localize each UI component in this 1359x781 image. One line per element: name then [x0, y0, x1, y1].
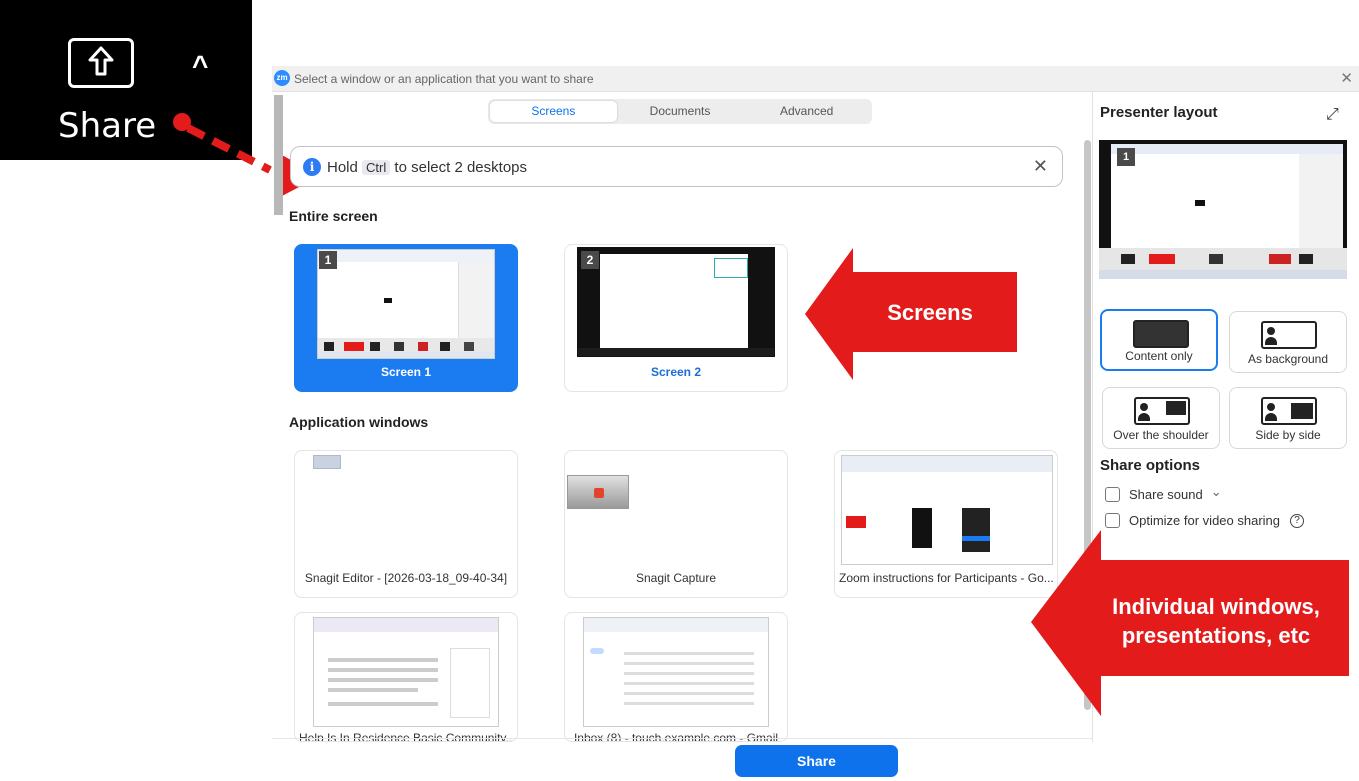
screen-1-card[interactable]: 1 Screen 1	[294, 244, 518, 392]
tab-screens[interactable]: Screens	[490, 101, 617, 122]
window-label: Zoom instructions for Participants - Go.…	[839, 571, 1054, 585]
screen-2-label: Screen 2	[650, 365, 702, 379]
screen-2-thumbnail	[577, 247, 775, 357]
window-card-snagit-editor[interactable]: Snagit Editor - [2026-03-18_09-40-34]	[294, 450, 518, 598]
window-card-snagit-capture[interactable]: Snagit Capture	[564, 450, 788, 598]
hint-text: Hold Ctrl to select 2 desktops	[327, 159, 527, 176]
screen-number-badge: 1	[319, 251, 337, 269]
application-windows-heading: Application windows	[289, 414, 429, 430]
windows-callout-text: Individual windows, presentations, etc	[1112, 594, 1320, 648]
zoom-instructions-thumbnail	[841, 455, 1053, 565]
info-icon: i	[303, 158, 321, 176]
share-screen-icon[interactable]	[68, 38, 134, 88]
hint-prefix: Hold	[327, 159, 358, 176]
dismiss-hint-icon[interactable]: ✕	[1033, 156, 1048, 177]
window-card-gmail-inbox[interactable]: Inbox (8) - touch.example.com - Gmail	[564, 612, 788, 742]
window-label: Snagit Editor - [2026-03-18_09-40-34]	[304, 571, 508, 585]
side-by-side-icon	[1261, 397, 1317, 425]
share-sound-option[interactable]: Share sound ⌄	[1105, 484, 1222, 502]
tab-advanced[interactable]: Advanced	[743, 101, 870, 122]
footer-divider	[272, 738, 1092, 739]
layout-label: Over the shoulder	[1113, 428, 1209, 442]
window-card-zoom-instructions[interactable]: Zoom instructions for Participants - Go.…	[834, 450, 1058, 598]
share-sound-checkbox[interactable]	[1105, 487, 1120, 502]
layout-label: As background	[1247, 352, 1329, 366]
share-options-caret-icon[interactable]: ^	[192, 52, 208, 80]
optimize-video-option[interactable]: Optimize for video sharing ?	[1105, 513, 1305, 528]
tab-documents[interactable]: Documents	[617, 101, 744, 122]
doc-thumbnail	[313, 617, 499, 727]
dialog-titlebar: zm Select a window or an application tha…	[272, 66, 1359, 92]
entire-screen-heading: Entire screen	[289, 208, 378, 224]
help-icon[interactable]: ?	[1290, 513, 1305, 528]
layout-over-shoulder-button[interactable]: Over the shoulder	[1102, 387, 1220, 449]
screens-callout-text: Screens	[887, 300, 973, 325]
share-options-title: Share options	[1100, 457, 1201, 474]
screen-2-card[interactable]: 2 Screen 2	[564, 244, 788, 392]
dialog-title: Select a window or an application that y…	[294, 72, 594, 86]
optimize-video-checkbox[interactable]	[1105, 513, 1120, 528]
layout-content-only-button[interactable]: Content only	[1100, 309, 1218, 371]
hint-suffix: to select 2 desktops	[394, 159, 527, 176]
layout-label: Side by side	[1255, 428, 1321, 442]
chevron-down-icon[interactable]: ⌄	[1211, 484, 1222, 500]
ctrl-key: Ctrl	[362, 160, 391, 175]
window-label: Inbox (8) - touch.example.com - Gmail	[573, 731, 779, 742]
screen-1-thumbnail	[317, 249, 495, 359]
layout-side-by-side-button[interactable]: Side by side	[1229, 387, 1347, 449]
preview-screen-badge: 1	[1117, 148, 1135, 166]
share-toolbar-label: Share	[58, 106, 157, 146]
snagit-capture-thumbnail	[567, 475, 629, 509]
window-label: Snagit Capture	[635, 571, 717, 585]
gmail-thumbnail	[583, 617, 769, 727]
as-background-icon	[1261, 321, 1317, 349]
content-only-icon	[1133, 320, 1189, 348]
presenter-layout-title: Presenter layout	[1100, 104, 1218, 121]
optimize-video-label: Optimize for video sharing	[1129, 513, 1281, 528]
layout-as-background-button[interactable]: As background	[1229, 311, 1347, 373]
share-button[interactable]: Share	[735, 745, 898, 777]
screen-number-badge: 2	[581, 251, 599, 269]
left-scroll-indicator	[274, 95, 283, 215]
window-label: Help Is In Residence Basic Community...	[299, 731, 516, 742]
share-tabs: Screens Documents Advanced	[488, 99, 872, 124]
ctrl-hint-banner: i Hold Ctrl to select 2 desktops ✕	[290, 146, 1063, 187]
zoom-logo-icon: zm	[274, 70, 290, 86]
window-card-help-in-residence[interactable]: Help Is In Residence Basic Community...	[294, 612, 518, 742]
over-shoulder-icon	[1134, 397, 1190, 425]
close-icon[interactable]: ✕	[1340, 69, 1353, 87]
screen-1-label: Screen 1	[380, 365, 432, 379]
layout-label: Content only	[1125, 349, 1193, 363]
snagit-editor-thumbnail	[313, 455, 341, 469]
presenter-preview: 1	[1099, 140, 1347, 279]
share-sound-label: Share sound	[1129, 487, 1203, 502]
expand-icon[interactable]: ⤢	[1326, 106, 1339, 124]
